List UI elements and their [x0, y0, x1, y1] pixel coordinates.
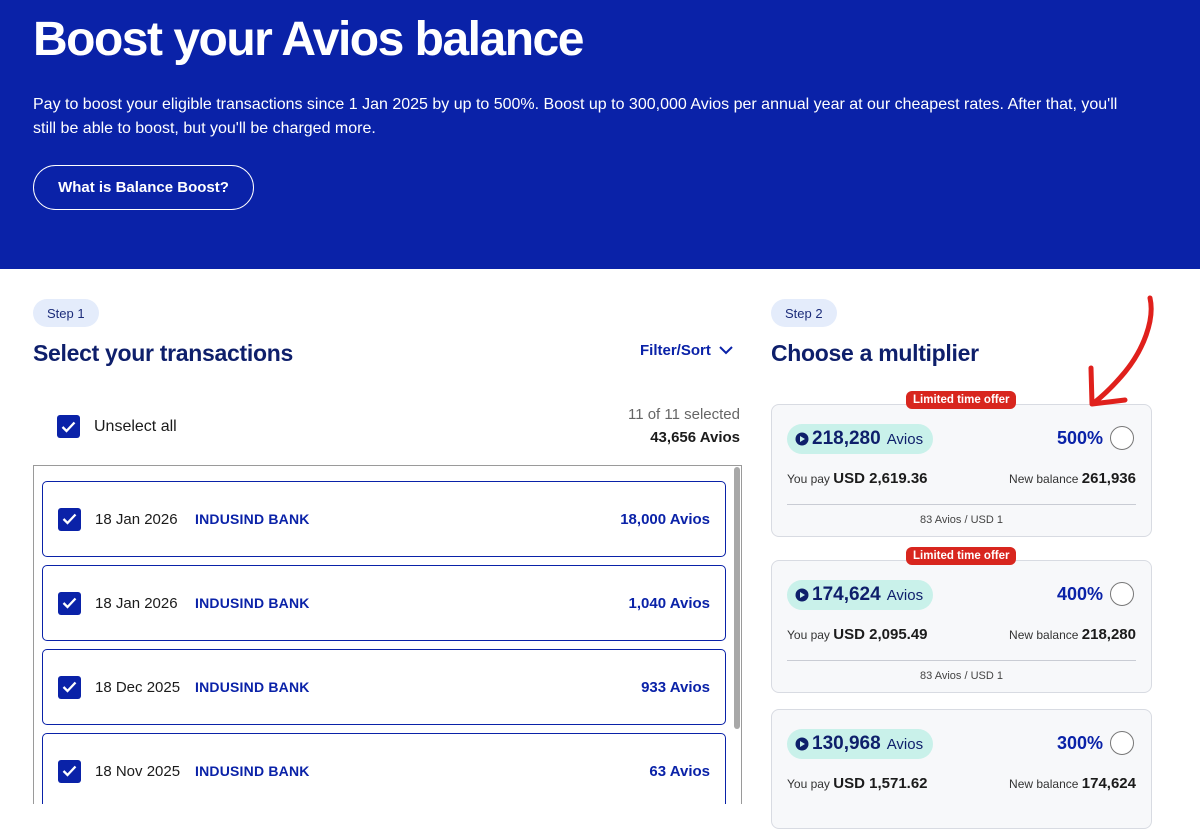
selection-summary: 11 of 11 selected 43,656 Avios	[628, 406, 740, 446]
you-pay-label: You pay	[787, 628, 830, 642]
multiplier-percent: 300%	[1056, 733, 1103, 753]
checkbox-checked-icon[interactable]	[58, 675, 81, 699]
new-balance-amount: 218,280	[1081, 626, 1136, 643]
step2-pill: Step 2	[771, 299, 837, 327]
new-balance-label: New balance	[1009, 628, 1079, 642]
annotation-arrow-icon	[1088, 295, 1154, 407]
transaction-avios: 63 Avios	[649, 762, 710, 780]
boost-avios-unit: Avios	[886, 430, 924, 448]
you-pay: You pay USD 1,571.62	[787, 775, 928, 792]
play-icon	[795, 588, 809, 602]
boost-avios-amount: 218,280	[812, 428, 881, 449]
limited-offer-badge: Limited time offer	[906, 547, 1017, 565]
transaction-avios: 1,040 Avios	[628, 594, 710, 612]
step1-title: Select your transactions	[33, 340, 293, 366]
new-balance: New balance 218,280	[1009, 626, 1136, 643]
transaction-list[interactable]: 18 Jan 2026 INDUSIND BANK 18,000 Avios 1…	[33, 465, 742, 804]
checkbox-checked-icon[interactable]	[58, 507, 81, 531]
new-balance-label: New balance	[1009, 777, 1079, 791]
transaction-date: 18 Dec 2025	[95, 678, 181, 696]
new-balance: New balance 261,936	[1009, 470, 1136, 487]
radio-icon[interactable]	[1110, 426, 1134, 450]
transaction-bank: INDUSIND BANK	[195, 679, 310, 695]
transaction-bank: INDUSIND BANK	[195, 511, 310, 527]
radio-icon[interactable]	[1110, 731, 1134, 755]
transaction-date: 18 Jan 2026	[95, 510, 178, 528]
radio-icon[interactable]	[1110, 582, 1134, 606]
boost-avios-amount: 174,624	[812, 584, 881, 605]
transaction-row[interactable]: 18 Jan 2026 INDUSIND BANK 18,000 Avios	[42, 481, 726, 557]
limited-offer-badge: Limited time offer	[906, 391, 1017, 409]
transaction-row[interactable]: 18 Jan 2026 INDUSIND BANK 1,040 Avios	[42, 565, 726, 641]
step1-pill: Step 1	[33, 299, 99, 327]
filter-sort-label: Filter/Sort	[640, 342, 711, 359]
boost-avios-pill: 130,968 Avios	[787, 729, 934, 759]
multiplier-percent: 500%	[1056, 428, 1103, 448]
you-pay: You pay USD 2,095.49	[787, 626, 928, 643]
selected-count: 11 of 11 selected	[627, 406, 740, 423]
list-scrollbar[interactable]	[734, 467, 740, 729]
transaction-bank: INDUSIND BANK	[195, 595, 310, 611]
page-title: Boost your Avios balance	[33, 13, 584, 66]
transaction-row[interactable]: 18 Nov 2025 INDUSIND BANK 63 Avios	[42, 733, 726, 804]
boost-avios-unit: Avios	[886, 586, 924, 604]
multiplier-option-300[interactable]: 130,968 Avios 300% You pay USD 1,571.62 …	[771, 709, 1152, 829]
transaction-avios: 18,000 Avios	[620, 510, 710, 528]
hero-banner: Boost your Avios balance Pay to boost yo…	[0, 0, 1200, 269]
transaction-bank: INDUSIND BANK	[195, 763, 310, 779]
you-pay-label: You pay	[787, 472, 830, 486]
exchange-rate: 83 Avios / USD 1	[920, 670, 1003, 682]
hero-description: Pay to boost your eligible transactions …	[33, 96, 1118, 137]
boost-avios-amount: 130,968	[812, 733, 881, 754]
transaction-date: 18 Nov 2025	[95, 762, 181, 780]
you-pay: You pay USD 2,619.36	[787, 470, 928, 487]
you-pay-amount: USD 1,571.62	[833, 775, 928, 792]
multiplier-option-500[interactable]: Limited time offer 218,280 Avios 500% Yo…	[771, 391, 1152, 537]
new-balance: New balance 174,624	[1009, 775, 1136, 792]
transaction-row[interactable]: 18 Dec 2025 INDUSIND BANK 933 Avios	[42, 649, 726, 725]
chevron-down-icon	[719, 346, 733, 355]
divider	[787, 504, 1136, 505]
transaction-date: 18 Jan 2026	[95, 594, 178, 612]
checkbox-checked-icon[interactable]	[58, 591, 81, 615]
exchange-rate: 83 Avios / USD 1	[920, 514, 1003, 526]
you-pay-amount: USD 2,619.36	[833, 470, 928, 487]
divider	[787, 660, 1136, 661]
filter-sort-button[interactable]: Filter/Sort	[640, 342, 733, 359]
new-balance-amount: 174,624	[1081, 775, 1136, 792]
you-pay-amount: USD 2,095.49	[833, 626, 928, 643]
checkbox-checked-icon[interactable]	[58, 759, 81, 783]
transaction-avios: 933 Avios	[641, 678, 710, 696]
new-balance-label: New balance	[1009, 472, 1079, 486]
play-icon	[795, 737, 809, 751]
selected-total: 43,656 Avios	[650, 429, 740, 446]
multiplier-percent: 400%	[1056, 584, 1103, 604]
boost-avios-pill: 218,280 Avios	[787, 424, 934, 454]
what-is-balance-boost-button[interactable]: What is Balance Boost?	[33, 165, 254, 210]
new-balance-amount: 261,936	[1081, 470, 1136, 487]
multiplier-option-400[interactable]: Limited time offer 174,624 Avios 400% Yo…	[771, 547, 1152, 693]
unselect-all-toggle[interactable]: Unselect all	[57, 415, 177, 438]
step2-title: Choose a multiplier	[771, 340, 979, 366]
unselect-all-label: Unselect all	[94, 417, 177, 435]
play-icon	[795, 432, 809, 446]
checkbox-checked-icon[interactable]	[57, 415, 80, 438]
boost-avios-unit: Avios	[886, 735, 924, 753]
you-pay-label: You pay	[787, 777, 830, 791]
boost-avios-pill: 174,624 Avios	[787, 580, 934, 610]
